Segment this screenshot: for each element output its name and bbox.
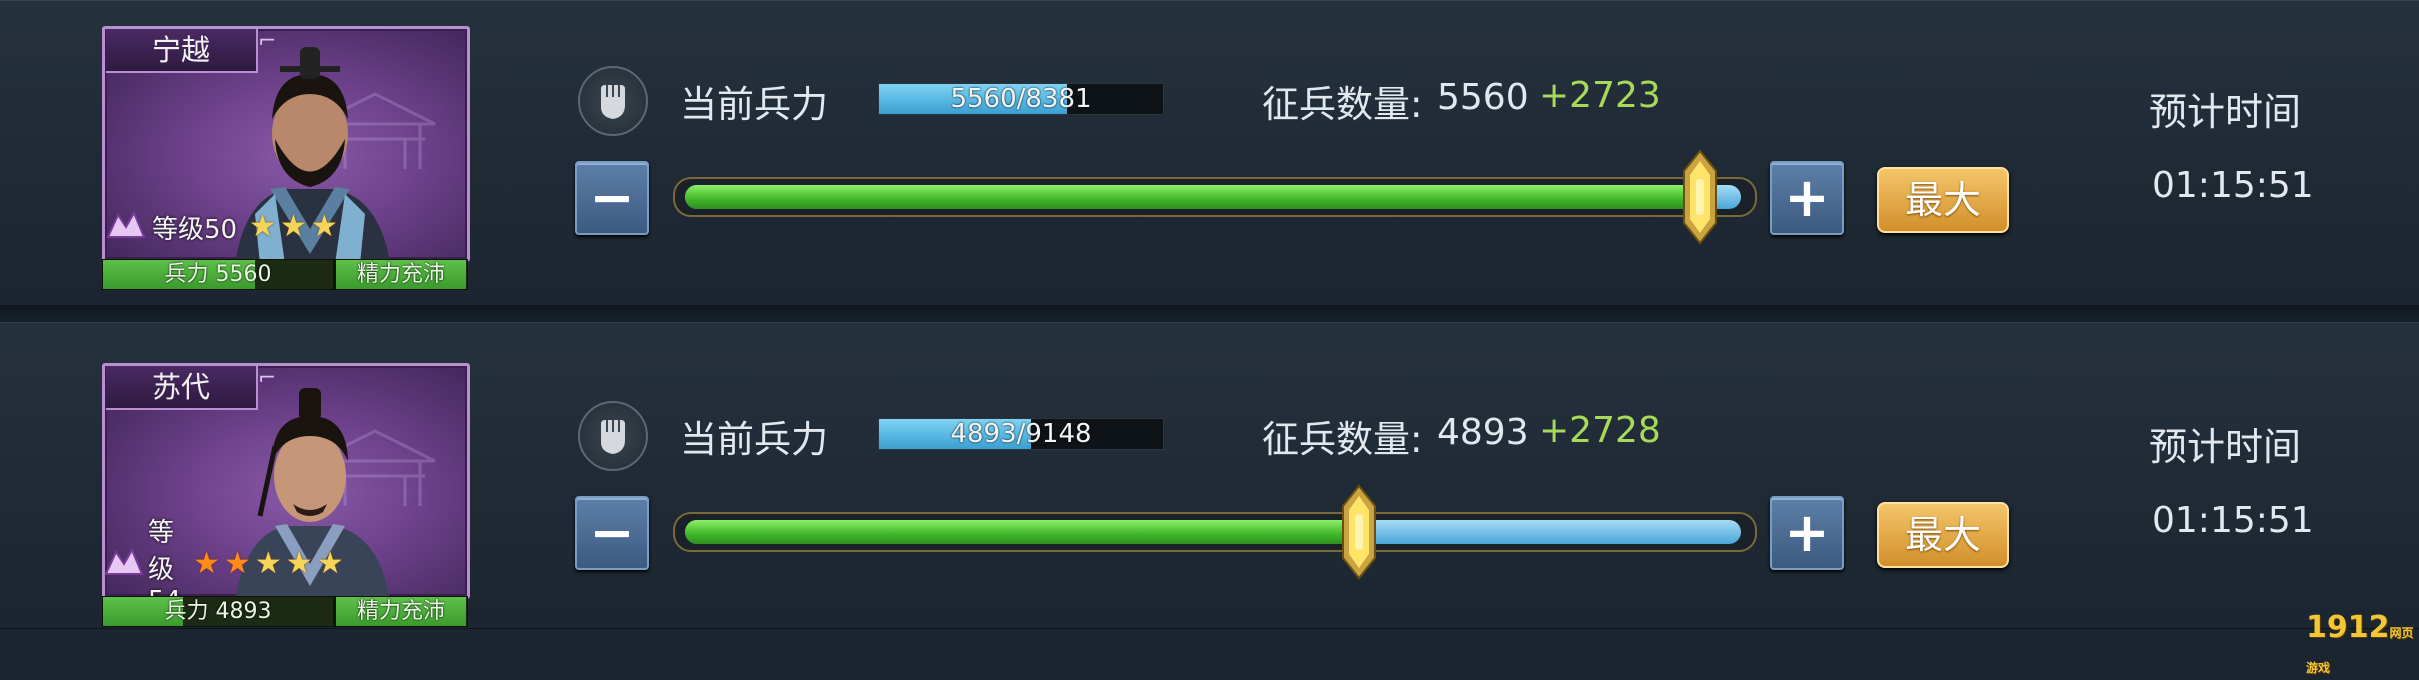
general-card[interactable]: 苏代 ⌐ 等级54 ★ ★ ★ ★ ★ 兵力 4893 精力充沛 <box>102 363 470 627</box>
general-card[interactable]: 宁越 ⌐ 等级50 ★ ★ ★ 兵力 5560 精力充沛 <box>102 26 470 290</box>
current-troops-label: 当前兵力 <box>680 418 828 461</box>
plus-icon: + <box>1784 501 1830 564</box>
recruit-slider[interactable] <box>673 512 1757 552</box>
star-icon: ★ <box>193 546 220 581</box>
current-troops-bar: 5560/8381 <box>878 83 1164 115</box>
recruit-bonus: +2723 <box>1539 75 1661 116</box>
general-troops: 兵力 4893 <box>164 599 272 624</box>
row-separator <box>0 305 2419 322</box>
general-status-bar: 兵力 5560 精力充沛 <box>102 259 468 290</box>
fist-icon <box>578 66 648 136</box>
current-troops-value: 4893/9148 <box>950 419 1092 449</box>
star-icon: ★ <box>280 209 307 244</box>
general-name: 苏代 <box>106 366 258 410</box>
watermark-logo: 1912网页游戏 <box>2306 610 2419 680</box>
general-troops: 兵力 5560 <box>164 262 272 287</box>
current-troops-value: 5560/8381 <box>950 84 1092 114</box>
slider-thumb-icon[interactable] <box>1341 484 1377 580</box>
general-name: 宁越 <box>106 29 258 73</box>
slider-thumb-icon[interactable] <box>1682 149 1718 245</box>
eta-value: 01:15:51 <box>2152 500 2314 541</box>
general-level: 等级50 <box>152 214 238 245</box>
star-icon: ★ <box>310 209 338 244</box>
level-emblem-icon <box>102 204 150 250</box>
increase-button[interactable]: + <box>1770 161 1844 235</box>
recruit-row-1: 宁越 ⌐ 等级50 ★ ★ ★ 兵力 5560 精力充沛 当前兵力 5560/8… <box>0 0 2419 307</box>
minus-icon: − <box>589 166 635 229</box>
recruit-row-2: 苏代 ⌐ 等级54 ★ ★ ★ ★ ★ 兵力 4893 精力充沛 当前兵力 <box>0 322 2419 629</box>
increase-button[interactable]: + <box>1770 496 1844 570</box>
general-spirit: 精力充沛 <box>336 260 466 289</box>
recruit-count-label: 征兵数量: <box>1262 418 1423 461</box>
general-level-row: 等级50 ★ ★ ★ <box>102 204 342 250</box>
eta-label: 预计时间 <box>2149 90 2302 134</box>
slider-fill <box>685 520 1365 544</box>
plus-icon: + <box>1784 166 1830 229</box>
decrease-button[interactable]: − <box>575 496 649 570</box>
star-icon: ★ <box>223 546 251 581</box>
eta-label: 预计时间 <box>2149 425 2302 469</box>
general-status-bar: 兵力 4893 精力充沛 <box>102 596 468 627</box>
level-emblem-icon <box>102 541 146 587</box>
frame-ornament-icon: ⌐ <box>258 29 277 54</box>
star-rating: ★ ★ ★ ★ ★ <box>193 549 344 579</box>
recruit-slider[interactable] <box>673 177 1757 217</box>
star-icon: ★ <box>249 209 276 244</box>
recruit-count-value: 5560 <box>1437 77 1529 118</box>
max-button[interactable]: 最大 <box>1877 502 2009 568</box>
star-icon: ★ <box>316 546 344 581</box>
recruit-count-label: 征兵数量: <box>1262 83 1423 126</box>
star-rating: ★ ★ ★ <box>249 212 338 242</box>
max-button[interactable]: 最大 <box>1877 167 2009 233</box>
minus-icon: − <box>589 501 635 564</box>
current-troops-bar: 4893/9148 <box>878 418 1164 450</box>
star-icon: ★ <box>254 546 282 581</box>
fist-icon <box>578 401 648 471</box>
general-spirit: 精力充沛 <box>336 597 466 626</box>
recruit-count-value: 4893 <box>1437 412 1529 453</box>
decrease-button[interactable]: − <box>575 161 649 235</box>
star-icon: ★ <box>285 546 313 581</box>
eta-value: 01:15:51 <box>2152 165 2314 206</box>
frame-ornament-icon: ⌐ <box>258 366 277 391</box>
slider-fill <box>685 185 1710 209</box>
general-level-row: 等级54 ★ ★ ★ ★ ★ <box>102 518 344 616</box>
watermark-text: 1912 <box>2306 610 2390 645</box>
recruit-bonus: +2728 <box>1539 410 1661 451</box>
current-troops-label: 当前兵力 <box>680 83 828 126</box>
